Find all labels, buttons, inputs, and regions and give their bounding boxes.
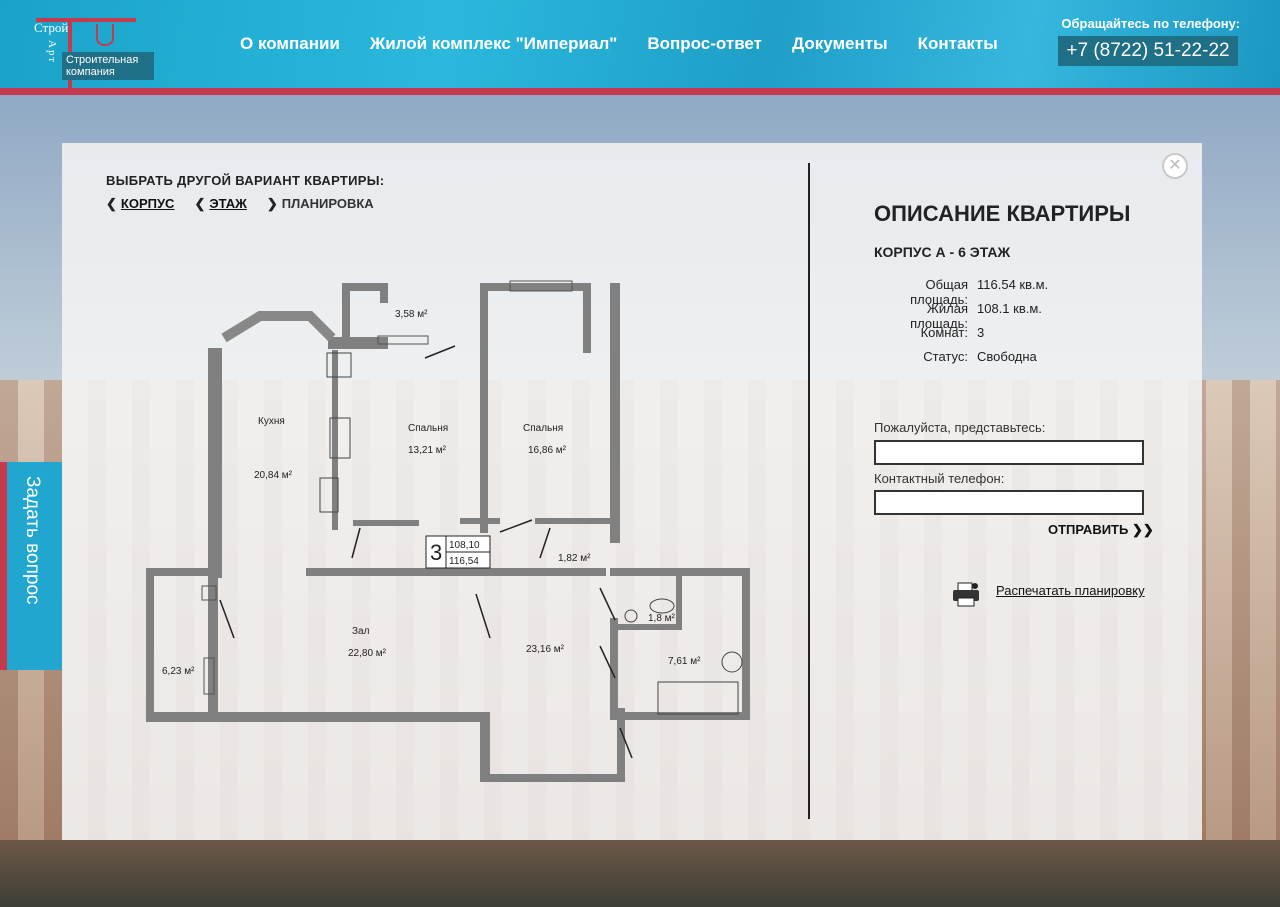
name-label: Пожалуйста, представьтесь: (874, 420, 1046, 435)
ask-question-label: Задать вопрос (22, 476, 43, 605)
bedroom2-label: Спальня (523, 423, 563, 434)
chevron-left-icon: ❮ (194, 196, 206, 211)
breadcrumb-korpus[interactable]: КОРПУС (121, 196, 175, 211)
breadcrumb-etazh[interactable]: ЭТАЖ (209, 196, 247, 211)
bedroom1-area: 13,21 м² (408, 445, 447, 456)
fact-row: Комнат: 3 (874, 325, 1048, 349)
loggia-area: 6,23 м² (162, 666, 195, 677)
plan-walls (146, 283, 750, 782)
choose-variant-title: ВЫБРАТЬ ДРУГОЙ ВАРИАНТ КВАРТИРЫ: (106, 173, 385, 188)
send-button[interactable]: ОТПРАВИТЬ ❯❯ (1048, 522, 1154, 538)
kitchen-label: Кухня (258, 416, 285, 427)
phone-field[interactable] (874, 490, 1144, 515)
chevron-left-icon: ❮ (106, 196, 117, 211)
nav-about[interactable]: О компании (240, 34, 340, 54)
floor-plan-drawing: 3,58 м² Кухня 20,84 м² Спальня 13,21 м² … (146, 280, 750, 782)
balcony-area: 3,58 м² (395, 309, 428, 320)
nav-contacts[interactable]: Контакты (918, 34, 998, 54)
logo[interactable]: Строй Арт Строительная компания (26, 8, 156, 94)
header-stripe (0, 88, 1280, 95)
living-area: 22,80 м² (348, 648, 387, 659)
small-hall-area: 1,82 м² (558, 553, 591, 564)
ask-question-tab[interactable]: Задать вопрос (0, 462, 62, 670)
badge-living: 108,10 (449, 540, 480, 551)
apartment-panel: ✕ ВЫБРАТЬ ДРУГОЙ ВАРИАНТ КВАРТИРЫ: ❮ КОРП… (62, 143, 1202, 840)
apartment-facts: Общая площадь: 116.54 кв.м. Жилая площад… (874, 277, 1048, 373)
nav-documents[interactable]: Документы (792, 34, 888, 54)
fact-key: Комнат: (920, 325, 968, 340)
nav-complex[interactable]: Жилой комплекс "Империал" (370, 34, 617, 54)
print-plan-link[interactable]: Распечатать планировку (996, 583, 1145, 598)
printer-icon[interactable] (952, 581, 980, 607)
fact-row: Статус: Свободна (874, 349, 1048, 373)
logo-word2: Арт (46, 40, 58, 65)
badge-total: 116,54 (449, 556, 479, 567)
background-ground (0, 840, 1280, 907)
phone-number[interactable]: +7 (8722) 51-22-22 (1058, 36, 1238, 66)
fact-row: Общая площадь: 116.54 кв.м. (874, 277, 1049, 307)
bedroom1-label: Спальня (408, 423, 448, 434)
site-header: Строй Арт Строительная компания О компан… (0, 0, 1280, 94)
fact-row: Жилая площадь: 108.1 кв.м. (874, 301, 1048, 331)
phone-field-label: Контактный телефон: (874, 471, 1005, 486)
fact-value: 108.1 кв.м. (977, 301, 1042, 316)
send-button-label: ОТПРАВИТЬ (1048, 522, 1129, 537)
corridor-area: 23,16 м² (526, 644, 565, 655)
description-title: ОПИСАНИЕ КВАРТИРЫ (874, 201, 1131, 226)
plan-room-labels: 3,58 м² Кухня 20,84 м² Спальня 13,21 м² … (162, 309, 701, 677)
bedroom2-area: 16,86 м² (528, 445, 567, 456)
breadcrumb-planirovka: ПЛАНИРОВКА (281, 196, 374, 211)
living-label: Зал (352, 626, 370, 637)
phone-label: Обращайтесь по телефону: (1061, 16, 1240, 31)
fact-value: Свободна (977, 349, 1037, 364)
fact-key: Статус: (923, 349, 968, 364)
wc-area: 1,8 м² (648, 613, 676, 624)
name-field[interactable] (874, 440, 1144, 465)
main-nav: О компании Жилой комплекс "Империал" Воп… (240, 34, 1028, 54)
fact-value: 3 (977, 325, 985, 340)
floor-plan: 3,58 м² Кухня 20,84 м² Спальня 13,21 м² … (80, 228, 810, 808)
fact-key: Общая площадь: (910, 277, 968, 307)
badge-rooms: 3 (430, 540, 442, 565)
fact-key: Жилая площадь: (910, 301, 968, 331)
chevron-down-icon: ❯ (266, 196, 278, 211)
double-chevron-right-icon: ❯❯ (1131, 522, 1154, 537)
kitchen-area: 20,84 м² (254, 470, 293, 481)
apartment-badge: 3 108,10 116,54 (425, 535, 491, 569)
breadcrumb: ❮ КОРПУС ❮ ЭТАЖ ❯ ПЛАНИРОВКА (106, 196, 394, 212)
close-icon[interactable]: ✕ (1162, 153, 1188, 179)
bath-area: 7,61 м² (668, 656, 701, 667)
fact-value: 116.54 кв.м. (977, 277, 1049, 292)
nav-faq[interactable]: Вопрос-ответ (647, 34, 762, 54)
description-subtitle: КОРПУС А - 6 ЭТАЖ (874, 244, 1011, 260)
logo-subtitle: Строительная компания (62, 52, 154, 80)
logo-word1: Строй (34, 20, 69, 35)
